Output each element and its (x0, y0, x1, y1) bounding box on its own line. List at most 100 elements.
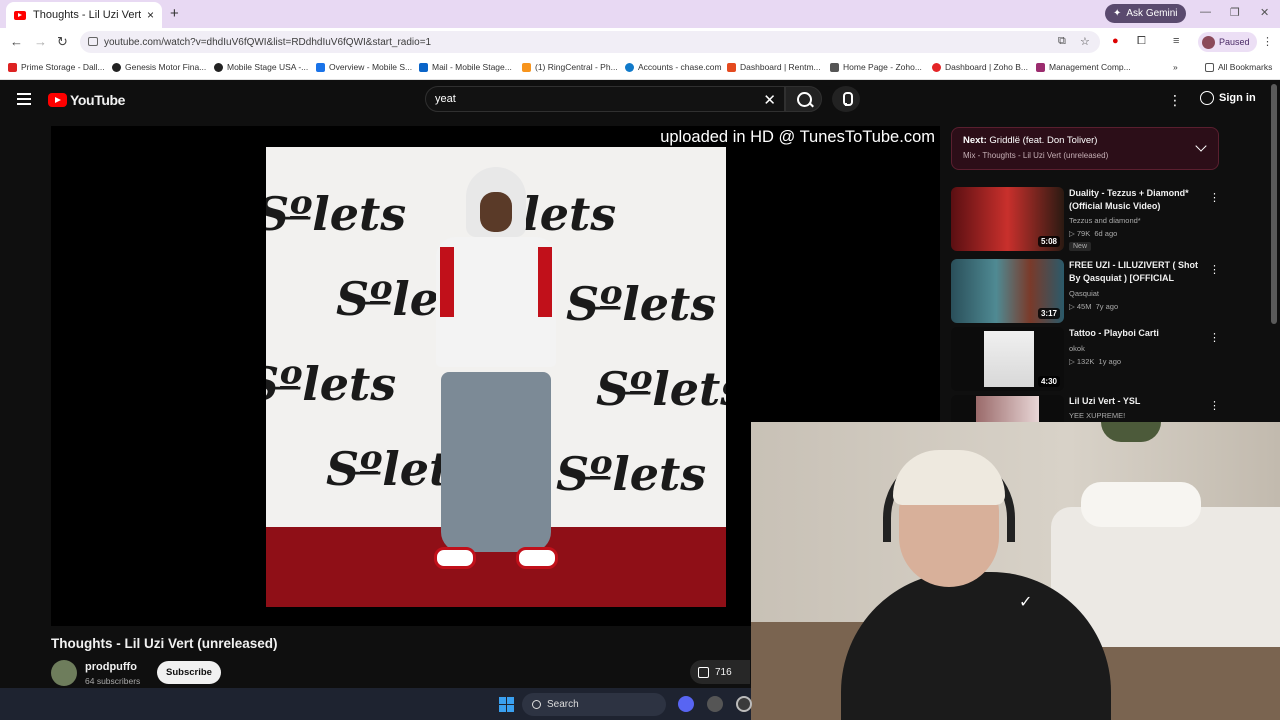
bookmark-item[interactable]: Mail - Mobile Stage... (419, 62, 512, 72)
recommendation-item[interactable]: 3:17 FREE UZI - LILUZIVERT ( Shot By Qas… (951, 259, 1221, 325)
next-up-line: Next: Griddlë (feat. Don Toliver) (963, 135, 1098, 146)
bookmark-item[interactable]: Management Comp... (1036, 62, 1131, 72)
tab-close-button[interactable]: × (147, 8, 154, 22)
youtube-header: YouTube yeat ✕ ⋮ Sign in (0, 80, 1280, 120)
playlist-next-panel[interactable]: Next: Griddlë (feat. Don Toliver) Mix - … (951, 127, 1219, 170)
recommendation-channel[interactable]: YEE XUPREME! (1069, 411, 1125, 420)
video-duration: 5:08 (1037, 236, 1060, 247)
bookmark-star-icon[interactable]: ☆ (1080, 35, 1090, 48)
video-thumbnail[interactable]: 3:17 (951, 259, 1064, 323)
maximize-window-icon[interactable]: ❐ (1230, 6, 1240, 19)
settings-more-icon[interactable]: ⋮ (1168, 92, 1183, 109)
browser-toolbar: ← → ↻ youtube.com/watch?v=dhdIuV6fQWI&li… (0, 28, 1280, 56)
guide-menu-icon[interactable] (17, 93, 31, 105)
windows-start-icon[interactable] (499, 697, 514, 712)
browser-tab[interactable]: Thoughts - Lil Uzi Vert (unrelea × (6, 2, 162, 28)
bookmark-item[interactable]: Accounts - chase.com (625, 62, 722, 72)
webcam-overlay: ✓ (751, 422, 1280, 720)
media-controls-icon[interactable]: ≡ (1173, 35, 1179, 47)
recommendation-item[interactable]: 4:30 Tattoo - Playboi Carti okok ▷ 132K … (951, 327, 1221, 393)
bookmark-item[interactable]: Genesis Motor Fina... (112, 62, 206, 72)
forward-arrow-icon[interactable]: → (34, 34, 47, 49)
bookmark-item[interactable]: Prime Storage - Dall... (8, 62, 105, 72)
next-up-title: Griddlë (feat. Don Toliver) (989, 135, 1098, 146)
search-input[interactable]: yeat ✕ (425, 86, 785, 112)
profile-button[interactable]: Paused (1198, 32, 1257, 52)
bookmark-item[interactable]: Dashboard | Rentm... (727, 62, 821, 72)
minimize-window-icon[interactable]: — (1200, 6, 1211, 18)
recommendation-menu-icon[interactable]: ⋮ (1209, 399, 1221, 412)
address-bar[interactable]: youtube.com/watch?v=dhdIuV6fQWI&list=RDd… (80, 31, 1100, 53)
bookmark-favicon-icon (8, 62, 17, 72)
voice-search-mic-icon[interactable] (832, 86, 860, 112)
recommendation-channel[interactable]: Qasquiat (1069, 289, 1099, 298)
mix-title: Mix - Thoughts - Lil Uzi Vert (unrelease… (963, 151, 1109, 160)
recommendation-title[interactable]: Lil Uzi Vert - YSL (1069, 395, 1205, 408)
bookmark-favicon-icon (522, 62, 531, 72)
recommendation-menu-icon[interactable]: ⋮ (1209, 331, 1221, 344)
ask-gemini-label: Ask Gemini (1126, 8, 1178, 19)
sign-in-button[interactable]: Sign in (1200, 91, 1256, 105)
clear-search-icon[interactable]: ✕ (763, 91, 776, 109)
page-scrollbar[interactable] (1271, 84, 1277, 324)
back-arrow-icon[interactable]: ← (10, 34, 23, 49)
profile-avatar (1202, 35, 1215, 49)
extension-adblock-icon[interactable]: ● (1112, 35, 1119, 47)
nike-logo-icon: ✓ (1019, 594, 1033, 611)
recommendation-title[interactable]: FREE UZI - LILUZIVERT ( Shot By Qasquiat… (1069, 259, 1205, 284)
bookmark-item[interactable]: Dashboard | Zoho B... (932, 62, 1028, 72)
recommendation-item[interactable]: Lil Uzi Vert - YSL YEE XUPREME! ⋮ (951, 395, 1221, 423)
install-app-icon[interactable]: ⧉ (1058, 35, 1066, 48)
close-window-icon[interactable]: ✕ (1260, 6, 1269, 19)
bookmark-favicon-icon (625, 62, 634, 72)
like-button[interactable]: 716 (690, 660, 750, 684)
bookmark-item[interactable]: Mobile Stage USA -... (214, 62, 308, 72)
thumbs-up-icon (698, 666, 709, 678)
url-text: youtube.com/watch?v=dhdIuV6fQWI&list=RDd… (104, 36, 432, 48)
subscriber-count: 64 subscribers (85, 676, 141, 686)
recommendation-title[interactable]: Tattoo - Playboi Carti (1069, 327, 1205, 340)
profile-status: Paused (1219, 37, 1250, 47)
discord-icon[interactable] (678, 696, 694, 712)
tab-title: Thoughts - Lil Uzi Vert (unrelea (33, 9, 141, 21)
gemini-sparkle-icon: ✦ (1113, 8, 1122, 19)
search-button[interactable] (785, 86, 822, 112)
site-info-icon[interactable] (88, 37, 98, 46)
extensions-puzzle-icon[interactable]: ⧠ (1137, 35, 1146, 48)
youtube-logo[interactable]: YouTube (48, 92, 125, 108)
taskbar-search[interactable]: Search (522, 693, 666, 716)
bookmark-favicon-icon (727, 62, 736, 72)
recommendation-channel[interactable]: okok (1069, 344, 1085, 353)
more-bookmarks-chevron-icon[interactable]: » (1173, 62, 1178, 72)
recommendation-menu-icon[interactable]: ⋮ (1209, 263, 1221, 276)
folder-icon (1205, 62, 1214, 72)
video-frame-image: Sº̶lets Sº̶lets Sº̶lets Sº̶lets Sº̶lets … (266, 147, 726, 607)
like-count: 716 (715, 666, 732, 678)
channel-name[interactable]: prodpuffo (85, 661, 137, 673)
bookmark-item[interactable]: (1) RingCentral - Ph... (522, 62, 618, 72)
chrome-icon[interactable] (736, 696, 752, 712)
recommendation-menu-icon[interactable]: ⋮ (1209, 191, 1221, 204)
ask-gemini-button[interactable]: ✦ Ask Gemini (1105, 4, 1186, 23)
all-bookmarks-button[interactable]: All Bookmarks (1205, 62, 1272, 72)
reload-icon[interactable]: ↻ (57, 34, 68, 50)
bookmark-item[interactable]: Home Page - Zoho... (830, 62, 922, 72)
video-thumbnail[interactable] (951, 395, 1064, 423)
video-thumbnail[interactable]: 5:08 (951, 187, 1064, 251)
bookmark-favicon-icon (932, 62, 941, 72)
recommendation-title[interactable]: Duality - Tezzus + Diamond* (Official Mu… (1069, 187, 1205, 212)
new-badge: New (1069, 242, 1092, 251)
video-thumbnail[interactable]: 4:30 (951, 327, 1064, 391)
recommendation-item[interactable]: 5:08 Duality - Tezzus + Diamond* (Offici… (951, 187, 1221, 253)
search-query: yeat (435, 93, 456, 105)
search-icon (532, 700, 541, 709)
recommendation-channel[interactable]: Tezzus and diamond* (1069, 216, 1141, 225)
channel-avatar[interactable] (51, 660, 77, 686)
new-tab-button[interactable]: + (170, 5, 179, 22)
recommendation-meta: ▷ 132K 1y ago (1069, 357, 1122, 366)
bookmark-item[interactable]: Overview - Mobile S... (316, 62, 412, 72)
youtube-favicon-icon (14, 10, 26, 20)
settings-gear-icon[interactable] (707, 696, 723, 712)
subscribe-button[interactable]: Subscribe (157, 661, 221, 684)
browser-menu-icon[interactable]: ⋮ (1262, 35, 1273, 48)
